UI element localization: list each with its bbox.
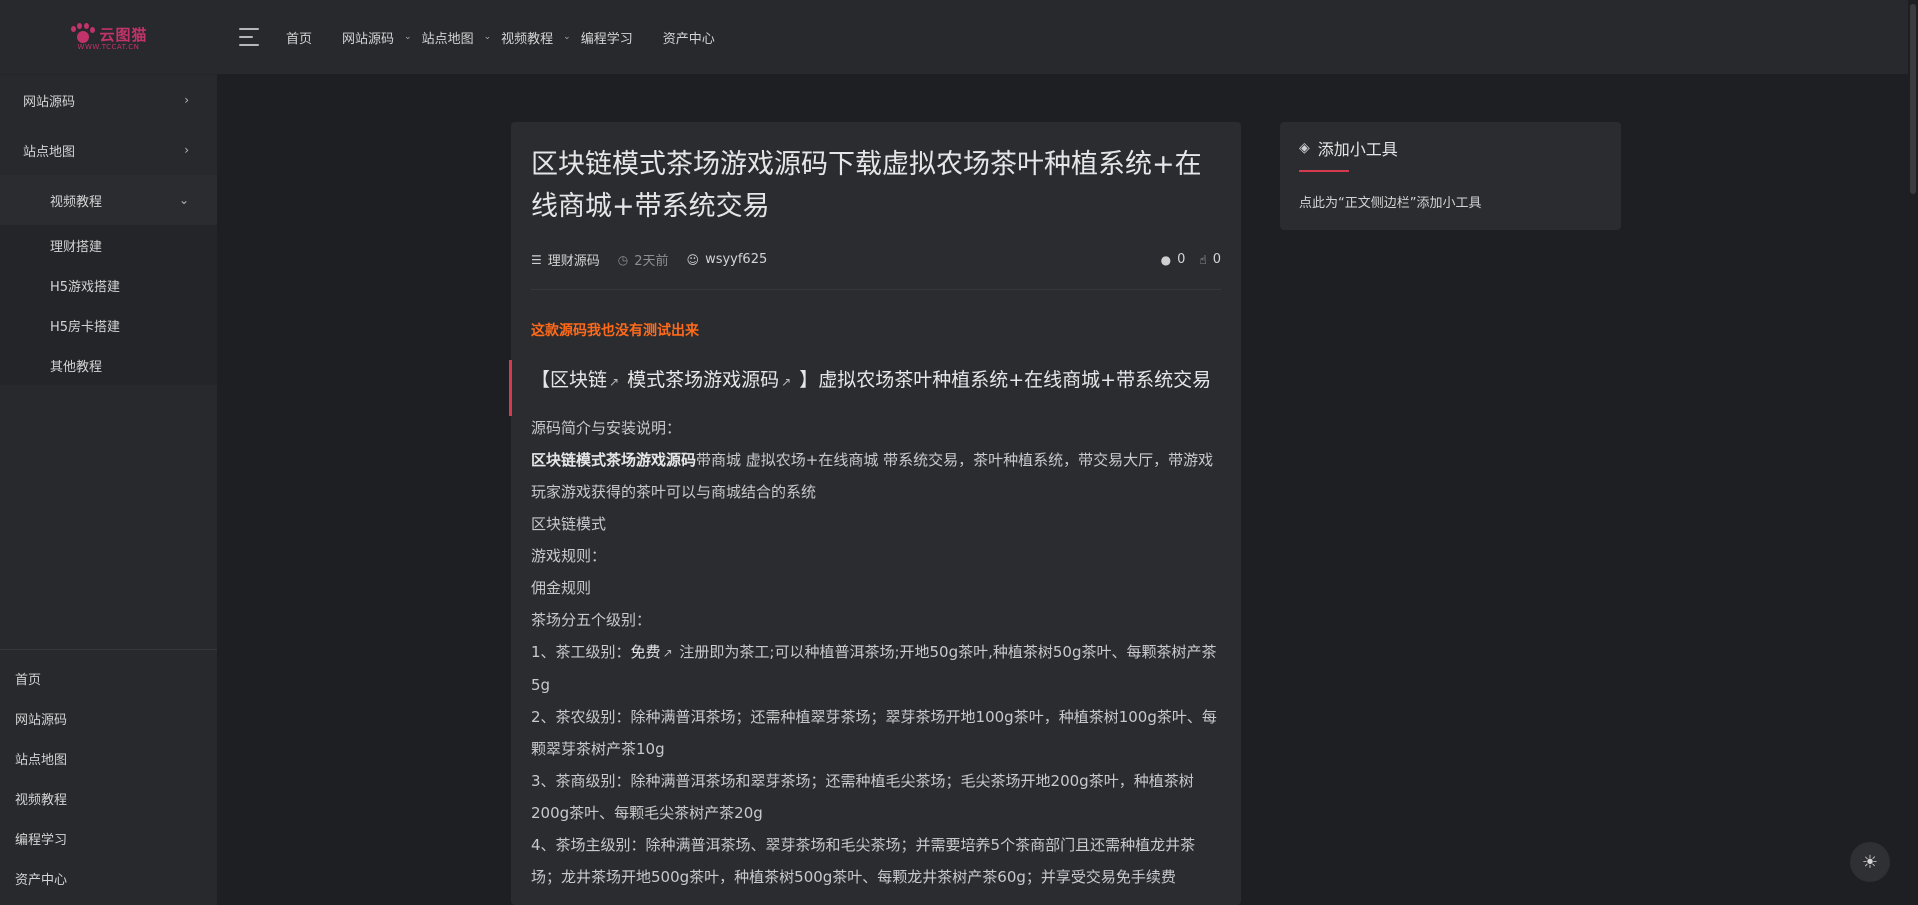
- section-heading: 【区块链 ↗ 模式茶场游戏源码 ↗ 】虚拟农场茶叶种植系统+在线商城+带系统交易: [509, 360, 1221, 416]
- level-1-label: 1、茶工级别：: [531, 643, 631, 661]
- comments-value: 0: [1177, 252, 1186, 267]
- like-button[interactable]: ☝ 0: [1199, 252, 1221, 267]
- nav-sitemap[interactable]: 站点地图 ⌄: [422, 28, 492, 47]
- body-line: 区块链模式: [531, 515, 607, 533]
- submenu-item[interactable]: 理财搭建: [0, 225, 217, 265]
- nav-label: 首页: [286, 31, 313, 47]
- nav-label: 网站源码: [342, 31, 395, 47]
- meta-author[interactable]: ☺ wsyyf625: [687, 252, 768, 267]
- widget-title: ◈ 添加小工具: [1299, 136, 1621, 160]
- bottom-link-coding[interactable]: 编程学习: [0, 818, 217, 858]
- nav-video[interactable]: 视频教程 ⌄: [501, 28, 571, 47]
- page-title: 区块链模式茶场游戏源码下载虚拟农场茶叶种植系统+在线商城+带系统交易: [531, 149, 1202, 222]
- external-link-icon: ↗: [609, 375, 620, 389]
- sidebar-item-video[interactable]: 视频教程 ⌄: [0, 175, 217, 225]
- author-label: wsyyf625: [705, 252, 768, 267]
- sidebar-widget: ◈ 添加小工具 点此为“正文侧边栏”添加小工具: [1280, 122, 1621, 230]
- chevron-right-icon: ›: [184, 93, 189, 107]
- article-body: 源码简介与安装说明： 区块链模式茶场游戏源码带商城 虚拟农场+在线商城 带系统交…: [531, 412, 1221, 893]
- meta-time: ◷ 2天前: [617, 250, 669, 270]
- sidebar-item-label: 网站源码: [23, 94, 76, 110]
- external-link-icon: ↗: [662, 646, 673, 660]
- chevron-down-icon: ⌄: [178, 193, 189, 207]
- comments-count[interactable]: ● 0: [1161, 252, 1186, 267]
- sidebar-submenu: 理财搭建 H5游戏搭建 H5房卡搭建 其他教程: [0, 225, 217, 385]
- bottom-link-home[interactable]: 首页: [0, 658, 217, 698]
- theme-toggle-button[interactable]: ☀: [1850, 842, 1890, 882]
- intro-label: 源码简介与安装说明：: [531, 419, 682, 437]
- submenu-item[interactable]: H5房卡搭建: [0, 305, 217, 345]
- logo-text: 云图猫: [99, 25, 148, 44]
- body-line: 游戏规则：: [531, 547, 607, 565]
- bottom-link-assets[interactable]: 资产中心: [0, 858, 217, 898]
- free-link[interactable]: 免费: [631, 643, 661, 661]
- sidebar-item-label: 站点地图: [23, 144, 76, 160]
- nav-home[interactable]: 首页: [286, 28, 312, 47]
- bottom-link-source[interactable]: 网站源码: [0, 698, 217, 738]
- level-2: 2、茶农级别：除种满普洱茶场；还需种植翠芽茶场；翠芽茶场开地100g茶叶，种植茶…: [531, 708, 1217, 758]
- thumbs-up-icon: ☝: [1199, 252, 1207, 267]
- clock-icon: ◷: [617, 252, 629, 267]
- logo[interactable]: 云图猫 WWW.TCCAT.CN: [0, 0, 217, 75]
- main-nav: 首页 网站源码 ⌄ 站点地图 ⌄ 视频教程 ⌄ 编程学习 资产中心: [286, 28, 745, 47]
- user-icon: ☺: [686, 252, 700, 267]
- nav-label: 视频教程: [501, 31, 554, 47]
- heading-accent-bar: [509, 360, 512, 416]
- sidebar: 云图猫 WWW.TCCAT.CN 网站源码 › 站点地图 › 视频教程 ⌄ 理财…: [0, 0, 217, 905]
- nav-assets[interactable]: 资产中心: [663, 28, 715, 47]
- level-4: 4、茶场主级别：除种满普洱茶场、翠芽茶场和毛尖茶场；并需要培养5个茶商部门且还需…: [531, 836, 1196, 886]
- article-meta: ☰ 理财源码 ◷ 2天前 ☺ wsyyf625 ● 0 ☝ 0: [531, 250, 1221, 290]
- page-scrollbar[interactable]: [1908, 0, 1918, 905]
- submenu-item[interactable]: H5游戏搭建: [0, 265, 217, 305]
- bottom-link-sitemap[interactable]: 站点地图: [0, 738, 217, 778]
- sun-icon: ☀: [1861, 851, 1879, 873]
- chevron-down-icon: ⌄: [404, 32, 412, 42]
- sidebar-item-source[interactable]: 网站源码 ›: [0, 75, 217, 125]
- menu-toggle-icon[interactable]: [239, 28, 261, 46]
- level-3: 3、茶商级别：除种满普洱茶场和翠芽茶场；还需种植毛尖茶场；毛尖茶场开地200g茶…: [531, 772, 1194, 822]
- nav-label: 资产中心: [662, 31, 715, 47]
- submenu-item[interactable]: 其他教程: [0, 345, 217, 385]
- time-label: 2天前: [634, 254, 669, 269]
- heading-link-blockchain[interactable]: 【区块链: [531, 369, 607, 391]
- top-header: 首页 网站源码 ⌄ 站点地图 ⌄ 视频教程 ⌄ 编程学习 资产中心: [217, 0, 1918, 74]
- meta-category[interactable]: ☰ 理财源码: [531, 250, 600, 270]
- widget-add-link[interactable]: 点此为“正文侧边栏”添加小工具: [1299, 192, 1621, 211]
- article-card: 区块链模式茶场游戏源码下载虚拟农场茶叶种植系统+在线商城+带系统交易 ☰ 理财源…: [509, 122, 1241, 905]
- intro-paragraph: 区块链模式茶场游戏源码带商城 虚拟农场+在线商城 带系统交易，茶叶种植系统，带交…: [531, 444, 1221, 508]
- nav-label: 编程学习: [580, 31, 633, 47]
- list-icon: ☰: [531, 252, 542, 267]
- logo-mark: 云图猫 WWW.TCCAT.CN: [69, 23, 147, 51]
- paw-icon: [69, 23, 96, 45]
- layers-icon: ◈: [1299, 140, 1310, 156]
- nav-coding[interactable]: 编程学习: [581, 28, 633, 47]
- likes-value: 0: [1212, 252, 1221, 267]
- bottom-link-video[interactable]: 视频教程: [0, 778, 217, 818]
- nav-source[interactable]: 网站源码 ⌄: [342, 28, 412, 47]
- level-1: 1、茶工级别：免费 ↗ 注册即为茶工;可以种植普洱茶场;开地50g茶叶,种植茶树5…: [531, 636, 1221, 701]
- chevron-down-icon: ⌄: [483, 32, 492, 42]
- nav-label: 站点地图: [421, 31, 474, 47]
- sidebar-item-label: 视频教程: [50, 194, 103, 210]
- external-link-icon: ↗: [781, 375, 792, 389]
- heading-link-source[interactable]: 模式茶场游戏源码: [621, 369, 779, 391]
- notice-text: 这款源码我也没有测试出来: [531, 323, 699, 339]
- chevron-right-icon: ›: [184, 143, 189, 157]
- widget-title-text: 添加小工具: [1317, 140, 1398, 159]
- intro-bold: 区块链模式茶场游戏源码: [531, 451, 697, 469]
- comment-icon: ●: [1160, 252, 1172, 267]
- scrollbar-thumb[interactable]: [1910, 4, 1916, 194]
- category-label: 理财源码: [547, 254, 600, 269]
- body-line: 佣金规则: [531, 579, 592, 597]
- heading-text: 】虚拟农场茶叶种植系统+在线商城+带系统交易: [793, 369, 1212, 391]
- sidebar-bottom-links: 首页 网站源码 站点地图 视频教程 编程学习 资产中心: [0, 649, 217, 898]
- chevron-down-icon: ⌄: [563, 32, 571, 42]
- sidebar-item-sitemap[interactable]: 站点地图 ›: [0, 125, 217, 175]
- body-line: 茶场分五个级别：: [531, 611, 652, 629]
- widget-accent-line: [1299, 170, 1349, 172]
